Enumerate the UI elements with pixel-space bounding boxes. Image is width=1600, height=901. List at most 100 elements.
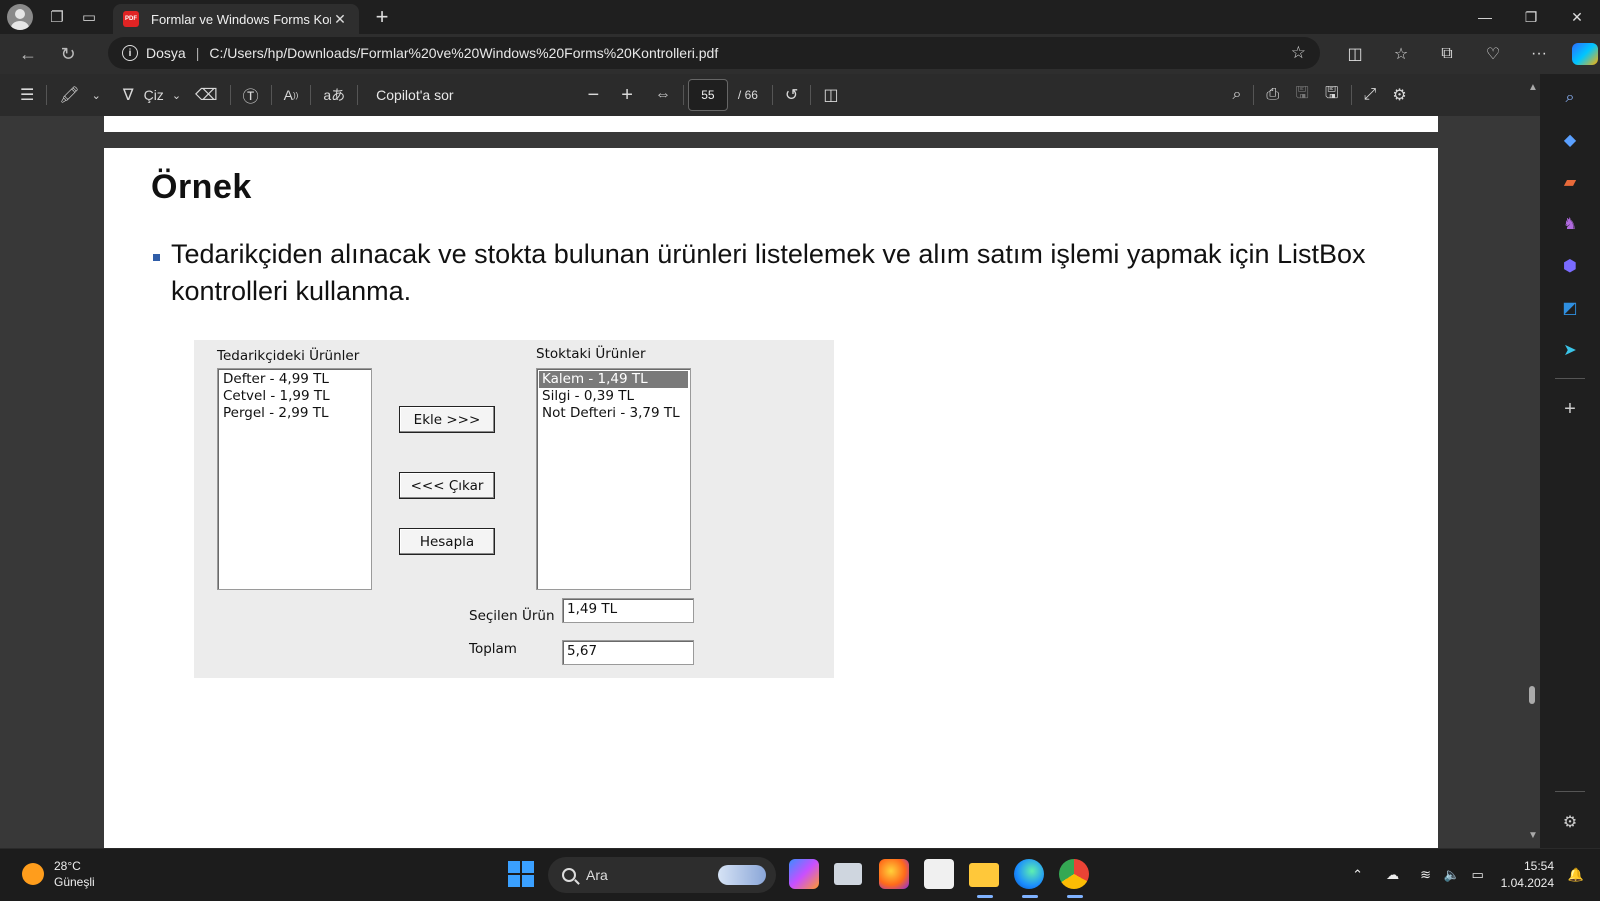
sidebar-copilot-icon[interactable]: ⬢ (1552, 248, 1588, 284)
copilot-app-icon[interactable] (789, 859, 819, 889)
split-screen-icon[interactable]: ◫ (1332, 37, 1378, 71)
bullet-text: Tedarikçiden alınacak ve stokta bulunan … (171, 239, 1366, 306)
minimize-icon[interactable]: — (1462, 0, 1508, 34)
scroll-thumb[interactable] (1529, 686, 1535, 704)
new-tab-button[interactable]: + (369, 4, 395, 30)
supplier-products-listbox: Defter - 4,99 TL Cetvel - 1,99 TL Pergel -… (217, 368, 372, 590)
file-explorer-icon[interactable] (969, 863, 999, 887)
battery-icon[interactable]: ▭ (1466, 867, 1490, 883)
sidebar-search-icon[interactable]: ⌕ (1552, 80, 1588, 116)
total-field: 5,67 (562, 640, 694, 665)
sidebar-settings-gear-icon[interactable]: ⚙ (1552, 804, 1588, 840)
sidebar-shopping-icon[interactable]: ◆ (1552, 122, 1588, 158)
pdf-viewer[interactable]: Örnek Tedarikçiden alınacak ve stokta bu… (0, 116, 1540, 848)
toolbar-divider (46, 85, 48, 105)
volume-icon[interactable]: 🔈 (1440, 867, 1464, 883)
scroll-down-arrow-icon[interactable]: ▼ (1528, 830, 1538, 841)
zoom-in-icon[interactable]: + (613, 79, 641, 111)
refresh-icon[interactable]: ↻ (48, 37, 88, 71)
contents-list-icon[interactable]: ☰ (12, 79, 42, 111)
microsoft-store-icon[interactable] (924, 859, 954, 889)
copilot-button[interactable] (1562, 37, 1600, 71)
save-as-icon[interactable]: 🖫 (1317, 79, 1347, 111)
vertical-tabs-icon[interactable]: ▭ (73, 1, 105, 33)
zoom-out-icon[interactable]: − (580, 79, 608, 111)
start-windows-icon[interactable] (508, 861, 534, 887)
wifi-icon[interactable]: ≋ (1414, 867, 1438, 883)
scroll-up-arrow-icon[interactable]: ▲ (1528, 82, 1538, 93)
toolbar-divider (771, 85, 773, 105)
fit-to-width-icon[interactable]: ⇔ (647, 79, 679, 111)
add-product-button: Ekle >>> (399, 406, 495, 433)
draw-label[interactable]: Çiz (142, 79, 166, 111)
pdf-settings-gear-icon[interactable]: ⚙ (1384, 79, 1414, 111)
window-controls: — ❐ ✕ (1462, 0, 1600, 34)
sidebar-outlook-icon[interactable]: ◩ (1552, 290, 1588, 326)
toolbar-divider (1253, 85, 1255, 105)
sun-icon (22, 863, 44, 885)
read-aloud-icon[interactable]: A)) (276, 79, 307, 111)
translate-icon[interactable]: aあ (315, 79, 353, 111)
search-icon (562, 868, 576, 882)
toolbar-divider (310, 85, 312, 105)
workspaces-icon[interactable]: ❐ (41, 1, 73, 33)
clock-time: 15:54 (1523, 859, 1554, 873)
page-view-icon[interactable]: ◫ (815, 79, 846, 111)
browser-essentials-icon[interactable]: ♡ (1470, 37, 1516, 71)
chrome-icon[interactable] (1059, 859, 1089, 889)
find-search-icon[interactable]: ⌕ (1224, 79, 1249, 111)
restore-icon[interactable]: ❐ (1508, 0, 1554, 34)
notification-bell-icon[interactable]: 🔔 (1566, 867, 1586, 883)
weather-widget[interactable]: 28°C Güneşli (22, 858, 95, 890)
address-separator: | (195, 45, 200, 61)
task-view-icon[interactable] (834, 863, 862, 885)
favorite-star-icon[interactable]: ☆ (1291, 43, 1306, 63)
print-icon[interactable]: ⎙ (1258, 79, 1287, 111)
sidebar-divider (1555, 791, 1585, 792)
save-icon[interactable]: 🖫 (1287, 79, 1317, 111)
firefox-icon[interactable] (879, 859, 909, 889)
show-hidden-icons-chevron-icon[interactable]: ⌃ (1346, 867, 1370, 883)
back-icon[interactable]: ← (8, 37, 48, 71)
rotate-icon[interactable]: ↺ (777, 79, 806, 111)
toolbar-divider (1350, 85, 1352, 105)
sidebar-add-icon[interactable]: + (1552, 391, 1588, 427)
sidebar-send-icon[interactable]: ➤ (1552, 332, 1588, 368)
sidebar-tools-icon[interactable]: ▰ (1552, 164, 1588, 200)
sidebar-games-icon[interactable]: ♞ (1552, 206, 1588, 242)
highlight-icon[interactable]: 🖍 (51, 79, 87, 111)
previous-page-edge (104, 116, 1438, 132)
viewer-scrollbar[interactable]: ▲ ▼ (1524, 78, 1540, 848)
weather-condition: Güneşli (54, 875, 95, 889)
info-icon[interactable]: i (122, 45, 138, 61)
highlight-dropdown-icon[interactable]: ⌄ (88, 79, 105, 111)
listbox-item: Silgi - 0,39 TL (542, 388, 634, 404)
system-clock[interactable]: 15:54 1.04.2024 (1501, 858, 1554, 892)
eraser-icon[interactable]: ⌫ (187, 79, 226, 111)
toolbar-divider (270, 85, 272, 105)
listbox-item: Defter - 4,99 TL (223, 371, 329, 387)
more-menu-icon[interactable]: ··· (1516, 37, 1562, 71)
profile-avatar[interactable] (7, 4, 33, 30)
add-text-icon[interactable]: Ⓣ (235, 79, 267, 111)
sidebar-divider (1555, 378, 1585, 379)
windows-taskbar: 28°C Güneşli Ara ⌃ ☁ ≋ 🔈 ▭ 15:54 1.04.20… (0, 848, 1600, 900)
onedrive-cloud-icon[interactable]: ☁ (1381, 867, 1405, 883)
ask-copilot-button[interactable]: Copilot'a sor (362, 87, 467, 103)
toolbar-divider (810, 85, 812, 105)
favorites-icon[interactable]: ☆ (1378, 37, 1424, 71)
close-tab-icon[interactable]: ✕ (331, 11, 349, 28)
page-number-input[interactable]: 55 (687, 79, 728, 111)
collections-icon[interactable]: ⧉ (1424, 37, 1470, 71)
fullscreen-icon[interactable]: ⤢ (1356, 79, 1385, 111)
edge-browser-icon[interactable] (1014, 859, 1044, 889)
toolbar-divider (357, 85, 359, 105)
address-input[interactable]: i Dosya | C:/Users/hp/Downloads/Formlar%… (108, 37, 1320, 69)
toolbar-divider (229, 85, 231, 105)
tab-active-pdf[interactable]: PDF Formlar ve Windows Forms Kontr ✕ (113, 4, 359, 34)
close-window-icon[interactable]: ✕ (1554, 0, 1600, 34)
draw-dropdown-icon[interactable]: ⌄ (166, 79, 187, 111)
listbox-item: Not Defteri - 3,79 TL (542, 405, 680, 421)
draw-icon[interactable]: ∇ (115, 79, 142, 111)
taskbar-search[interactable]: Ara (548, 857, 776, 893)
